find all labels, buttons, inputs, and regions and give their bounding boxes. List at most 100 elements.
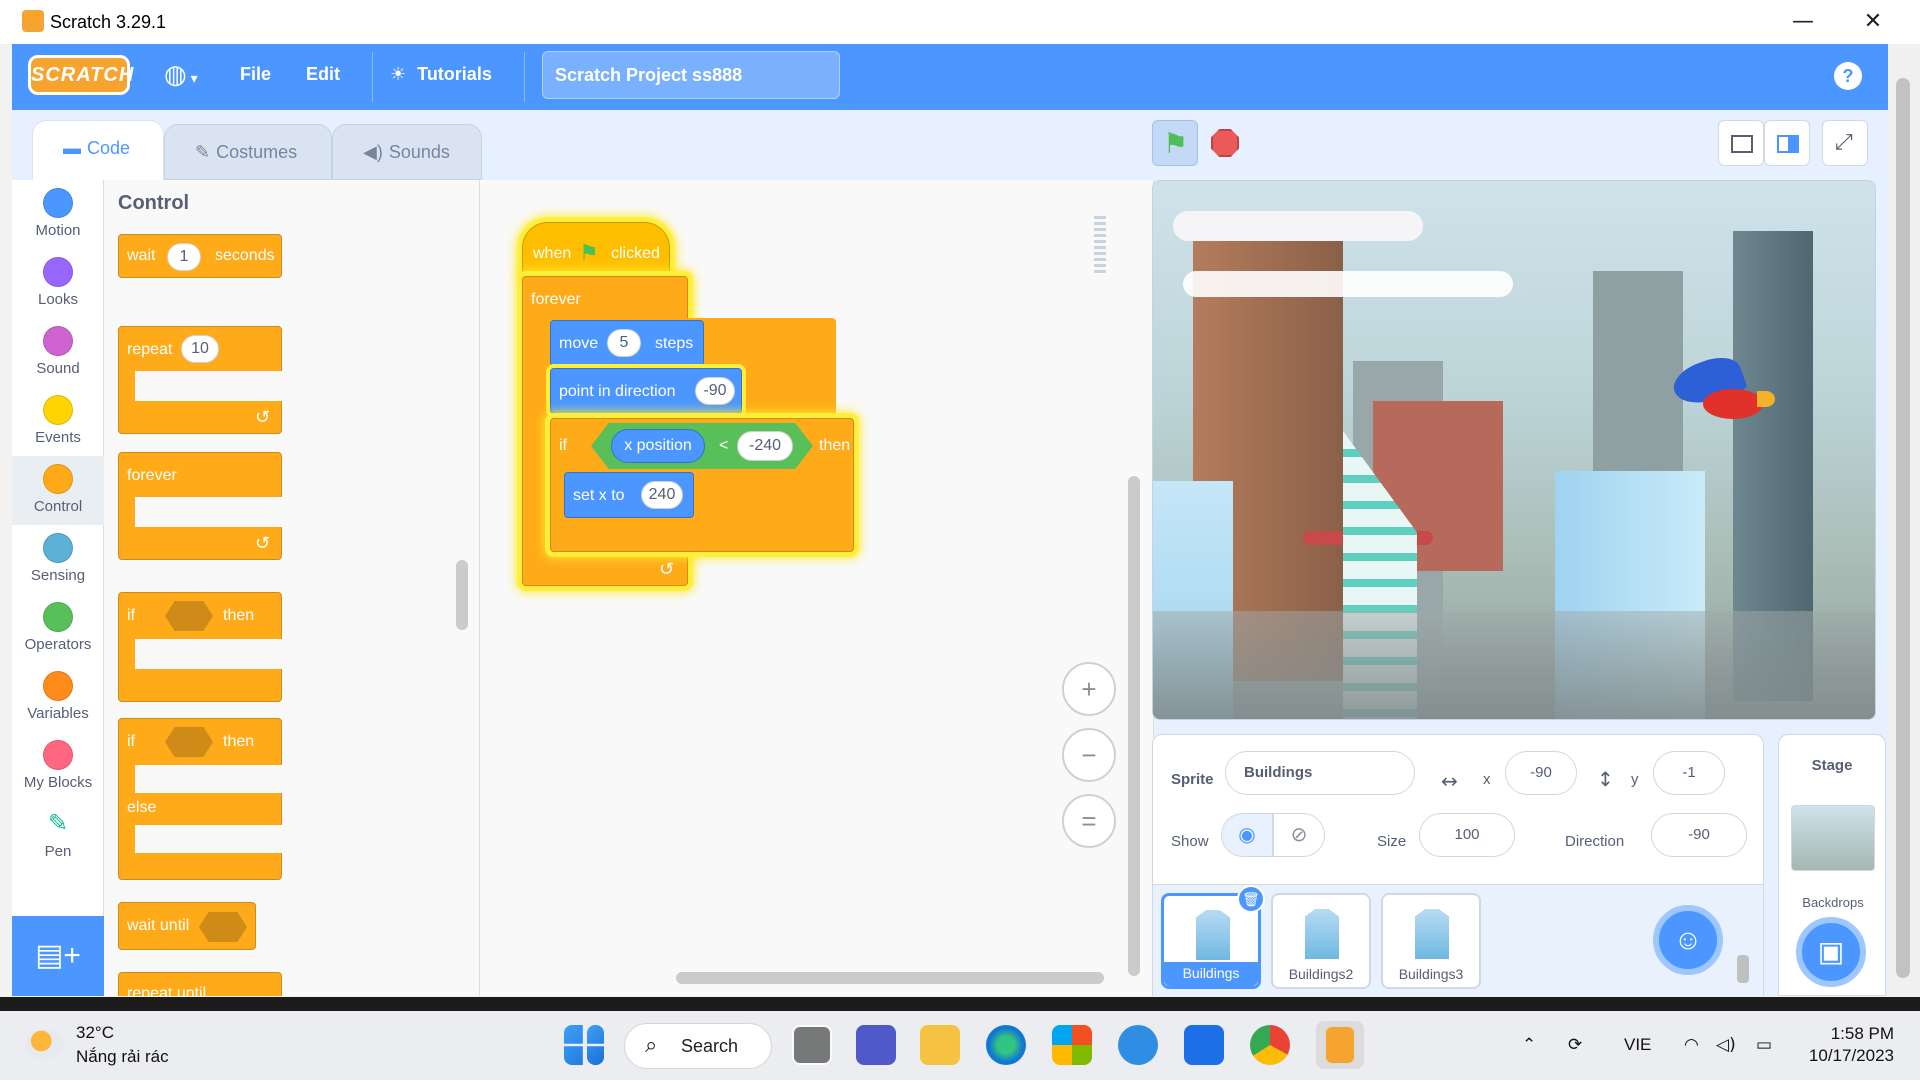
windows-start-icon-right[interactable]: [587, 1025, 604, 1065]
category-pen[interactable]: ✎ Pen: [12, 801, 104, 870]
sprite-list-scrollbar[interactable]: [1737, 891, 1749, 991]
help-tips-icon[interactable]: [1118, 1025, 1158, 1065]
sync-icon[interactable]: ⟳: [1568, 1035, 1582, 1055]
category-looks[interactable]: Looks: [12, 249, 104, 318]
compare-value-input[interactable]: -240: [737, 431, 793, 461]
category-operators[interactable]: Operators: [12, 594, 104, 663]
wait-seconds-input[interactable]: 1: [167, 243, 201, 271]
condition-slot[interactable]: [165, 727, 213, 757]
move-steps-block[interactable]: move 5 steps: [550, 320, 704, 366]
sensing-dot-icon: [43, 533, 73, 563]
show-hidden-icons-chevron-icon[interactable]: ⌃: [1522, 1035, 1536, 1055]
wifi-icon[interactable]: ◠: [1684, 1035, 1699, 1055]
tutorials-menu[interactable]: ☀ Tutorials: [390, 64, 492, 85]
category-sensing[interactable]: Sensing: [12, 525, 104, 594]
workspace-vertical-scrollbar[interactable]: [1128, 476, 1140, 976]
battery-icon[interactable]: ▭: [1756, 1035, 1772, 1055]
weather-description[interactable]: Nắng rải rác: [76, 1047, 169, 1067]
sprite-tile-buildings2[interactable]: Buildings2: [1271, 893, 1371, 989]
move-steps-input[interactable]: 5: [607, 329, 641, 357]
project-title-input[interactable]: Scratch Project ss888: [542, 51, 840, 99]
size-input[interactable]: 100: [1419, 813, 1515, 857]
script-workspace[interactable]: when ⚑ clicked forever ↺ move 5 steps po…: [480, 180, 1154, 996]
zoom-in-button[interactable]: +: [1062, 662, 1116, 716]
edge-browser-icon[interactable]: [986, 1025, 1026, 1065]
file-explorer-icon[interactable]: [920, 1025, 960, 1065]
input-language[interactable]: VIE: [1624, 1035, 1651, 1055]
category-control[interactable]: Control: [12, 456, 104, 525]
if-else-block[interactable]: if then else: [118, 718, 283, 880]
zoom-reset-button[interactable]: =: [1062, 794, 1116, 848]
repeat-count-input[interactable]: 10: [181, 335, 219, 363]
taskbar-clock[interactable]: 1:58 PM 10/17/2023: [1804, 1023, 1894, 1067]
repeat-until-block[interactable]: repeat until: [118, 972, 282, 996]
microsoft-store-icon[interactable]: [1052, 1025, 1092, 1065]
scratch-taskbar-active[interactable]: [1316, 1021, 1364, 1069]
category-motion[interactable]: Motion: [12, 180, 104, 249]
y-position-input[interactable]: -1: [1653, 751, 1725, 795]
repeat-block[interactable]: repeat 10 ↺: [118, 326, 283, 434]
condition-slot[interactable]: [165, 601, 213, 631]
teams-chat-icon[interactable]: [856, 1025, 896, 1065]
wait-seconds-block[interactable]: wait 1 seconds: [118, 234, 282, 278]
show-visible-eye-icon[interactable]: ◉: [1221, 813, 1273, 857]
zoom-out-button[interactable]: −: [1062, 728, 1116, 782]
myhp-icon[interactable]: [1184, 1025, 1224, 1065]
category-my-blocks[interactable]: My Blocks: [12, 732, 104, 801]
category-events[interactable]: Events: [12, 387, 104, 456]
edit-menu[interactable]: Edit: [306, 64, 340, 85]
x-position-input[interactable]: -90: [1505, 751, 1577, 795]
fullscreen-button[interactable]: ⤢: [1822, 120, 1868, 166]
x-position-reporter[interactable]: x position: [611, 429, 705, 463]
choose-sprite-cat-icon[interactable]: ☺: [1653, 905, 1723, 975]
close-button[interactable]: ✕: [1850, 6, 1896, 38]
help-icon[interactable]: ?: [1834, 62, 1862, 90]
green-flag-button[interactable]: ⚑: [1152, 120, 1198, 166]
large-stage-icon: [1777, 135, 1799, 153]
workspace-horizontal-scrollbar[interactable]: [676, 972, 1104, 984]
when-flag-clicked-hat-block[interactable]: when ⚑ clicked: [522, 222, 670, 276]
maximize-button[interactable]: [1780, 6, 1826, 38]
language-globe-icon[interactable]: ◍ ▾: [164, 59, 198, 90]
forever-block[interactable]: forever ↺: [118, 452, 283, 560]
stage-canvas[interactable]: [1152, 180, 1876, 720]
sprite-name-input[interactable]: Buildings: [1225, 751, 1415, 795]
small-stage-button[interactable]: [1718, 120, 1764, 166]
point-in-direction-block[interactable]: point in direction -90: [550, 368, 742, 414]
palette-scrollbar[interactable]: [456, 560, 468, 630]
taskbar-search[interactable]: ⌕ Search: [624, 1023, 772, 1069]
set-x-input[interactable]: 240: [641, 481, 683, 509]
volume-icon[interactable]: ◁): [1716, 1035, 1736, 1055]
task-view-icon[interactable]: [792, 1025, 832, 1065]
chrome-icon[interactable]: [1250, 1025, 1290, 1065]
parrot-sprite[interactable]: [1668, 350, 1783, 431]
if-then-block[interactable]: if then: [118, 592, 283, 702]
category-sound[interactable]: Sound: [12, 318, 104, 387]
direction-input[interactable]: -90: [695, 377, 735, 405]
scroll-thumb[interactable]: [1737, 955, 1749, 983]
stop-button[interactable]: [1202, 120, 1248, 166]
wait-until-block[interactable]: wait until: [118, 902, 256, 950]
add-extension-button[interactable]: ▤+: [12, 916, 104, 996]
sprite-tile-buildings3[interactable]: Buildings3: [1381, 893, 1481, 989]
set-x-to-block[interactable]: set x to 240: [564, 472, 694, 518]
hide-eye-slash-icon[interactable]: ⊘: [1273, 813, 1325, 857]
direction-input[interactable]: -90: [1651, 813, 1747, 857]
scratch-logo[interactable]: SCRATCH: [28, 55, 133, 95]
window-scroll-thumb[interactable]: [1896, 78, 1910, 978]
window-scrollbar[interactable]: [1888, 44, 1920, 996]
tab-sounds[interactable]: ◀) Sounds: [332, 124, 482, 180]
delete-sprite-trash-icon[interactable]: 🗑: [1237, 885, 1265, 913]
weather-sun-cloud-icon[interactable]: [26, 1029, 64, 1059]
tab-costumes[interactable]: ✎ Costumes: [164, 124, 332, 180]
tab-code[interactable]: ▬ Code: [32, 120, 164, 180]
choose-backdrop-icon[interactable]: ▣: [1796, 917, 1866, 987]
weather-temperature[interactable]: 32°C: [76, 1023, 114, 1043]
large-stage-button[interactable]: [1764, 120, 1810, 166]
condition-slot[interactable]: [199, 912, 247, 942]
menu-divider: [372, 52, 373, 102]
file-menu[interactable]: File: [240, 64, 271, 85]
stage-backdrop-thumbnail[interactable]: [1791, 805, 1875, 871]
category-variables[interactable]: Variables: [12, 663, 104, 732]
block-text: if: [127, 733, 135, 750]
